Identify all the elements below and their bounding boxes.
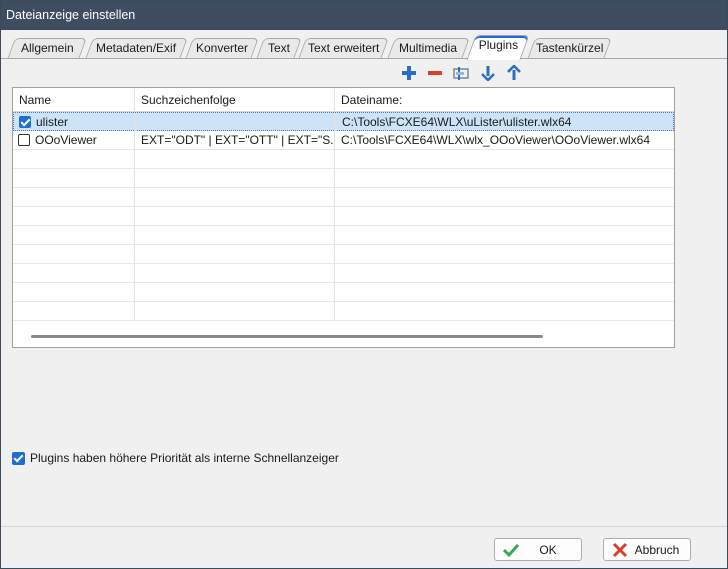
configure-icon[interactable] bbox=[452, 63, 472, 83]
cell-filename: C:\Tools\FCXE64\WLX\wlx_OOoViewer\OOoVie… bbox=[341, 133, 651, 147]
ok-button[interactable]: OK bbox=[494, 538, 582, 561]
close-icon bbox=[610, 540, 630, 560]
cell-filename: C:\Tools\FCXE64\WLX\uLister\ulister.wlx6… bbox=[342, 115, 572, 129]
header-filename[interactable]: Dateiname: bbox=[335, 88, 674, 112]
empty-row bbox=[13, 245, 674, 264]
empty-row bbox=[13, 226, 674, 245]
dialog-window: Dateianzeige einstellen Allgemein Metada… bbox=[0, 0, 728, 569]
table-row[interactable]: ulister C:\Tools\FCXE64\WLX\uLister\ulis… bbox=[13, 112, 674, 131]
row-checkbox[interactable] bbox=[19, 116, 31, 128]
tab-konverter[interactable]: Konverter bbox=[185, 38, 259, 59]
empty-row bbox=[13, 264, 674, 283]
empty-row bbox=[13, 302, 674, 321]
cell-search: EXT="ODT" | EXT="OTT" | EXT="S... bbox=[135, 131, 335, 149]
tab-multimedia[interactable]: Multimedia bbox=[387, 38, 470, 59]
empty-row bbox=[13, 283, 674, 302]
empty-row bbox=[13, 169, 674, 188]
tab-plugins[interactable]: Plugins bbox=[466, 35, 530, 60]
header-name[interactable]: Name bbox=[13, 88, 135, 112]
cell-search bbox=[136, 113, 336, 131]
tab-allgemein[interactable]: Allgemein bbox=[7, 38, 87, 59]
row-checkbox[interactable] bbox=[18, 134, 30, 146]
remove-icon[interactable] bbox=[425, 63, 445, 83]
empty-row bbox=[13, 150, 674, 169]
plugin-grid[interactable]: Name Suchzeichenfolge Dateiname: ulister… bbox=[12, 87, 675, 348]
check-icon bbox=[501, 540, 521, 560]
horizontal-scrollbar[interactable] bbox=[31, 335, 543, 338]
tab-metadaten[interactable]: Metadaten/Exif bbox=[85, 38, 188, 59]
cancel-button[interactable]: Abbruch bbox=[603, 538, 691, 561]
footer-divider bbox=[1, 526, 727, 527]
tab-text[interactable]: Text bbox=[256, 38, 302, 59]
move-down-icon[interactable] bbox=[478, 63, 498, 83]
cell-name: ulister bbox=[14, 113, 136, 131]
add-icon[interactable] bbox=[399, 63, 419, 83]
cell-name: OOoViewer bbox=[13, 131, 135, 149]
priority-checkbox[interactable] bbox=[12, 451, 25, 465]
grid-header: Name Suchzeichenfolge Dateiname: bbox=[13, 88, 674, 112]
empty-row bbox=[13, 207, 674, 226]
tab-tastenkuerzel[interactable]: Tastenkürzel bbox=[527, 38, 612, 59]
empty-row bbox=[13, 188, 674, 207]
tab-text-erweitert[interactable]: Text erweitert bbox=[298, 38, 389, 59]
window-title: Dateianzeige einstellen bbox=[1, 1, 727, 30]
table-row[interactable]: OOoViewer EXT="ODT" | EXT="OTT" | EXT="S… bbox=[13, 131, 674, 150]
tab-divider bbox=[1, 58, 727, 59]
tab-strip: Allgemein Metadaten/Exif Konverter Text … bbox=[1, 30, 727, 60]
move-up-icon[interactable] bbox=[504, 63, 524, 83]
header-search[interactable]: Suchzeichenfolge bbox=[135, 88, 335, 112]
priority-label: Plugins haben höhere Priorität als inter… bbox=[30, 451, 339, 465]
priority-option[interactable]: Plugins haben höhere Priorität als inter… bbox=[12, 450, 339, 466]
